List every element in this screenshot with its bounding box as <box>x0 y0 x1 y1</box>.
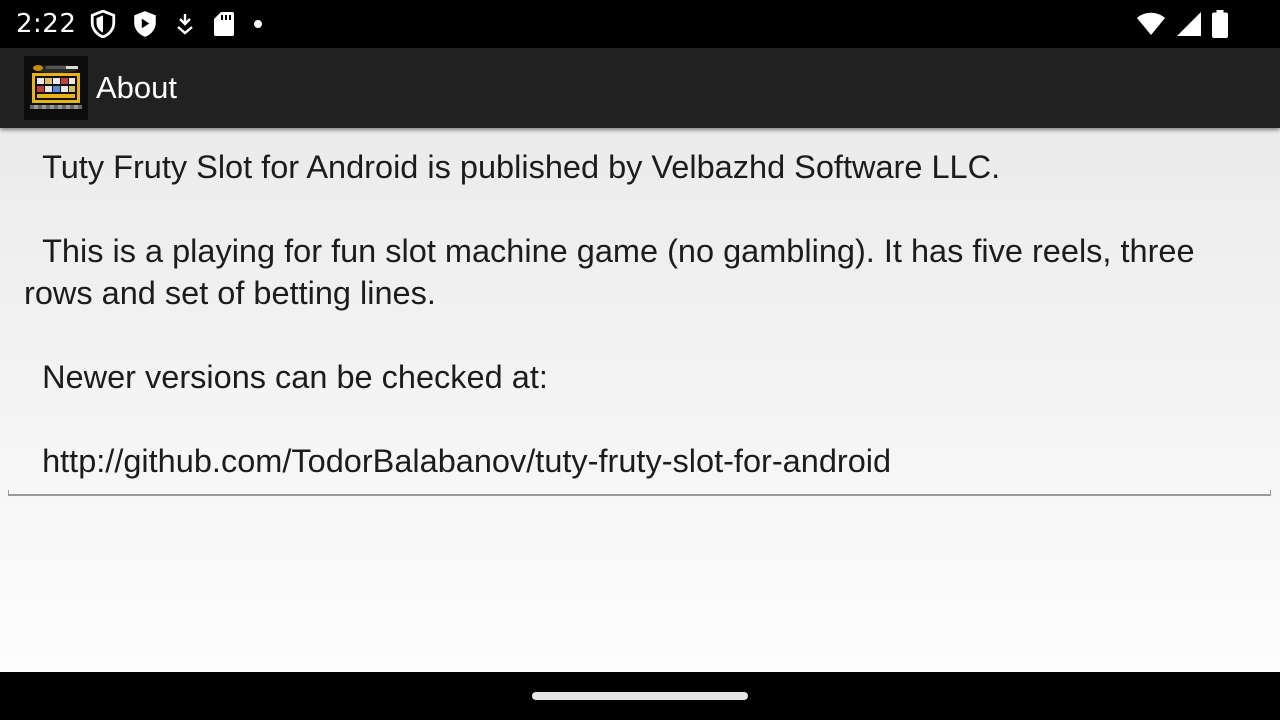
shield-filled-icon <box>132 10 158 38</box>
cellular-signal-icon <box>1176 11 1202 37</box>
casino-slot-logo-icon <box>24 56 88 120</box>
app-bar: About <box>0 48 1280 128</box>
wifi-icon <box>1136 11 1166 37</box>
text-field-underline <box>8 490 1271 496</box>
status-icons-left <box>90 10 264 38</box>
about-text-field[interactable]: Tuty Fruty Slot for Android is published… <box>24 146 1260 482</box>
status-bar: 2:22 <box>0 0 1280 48</box>
about-content: Tuty Fruty Slot for Android is published… <box>0 128 1280 672</box>
download-icon <box>174 12 196 36</box>
sd-card-icon <box>212 11 236 37</box>
status-time: 2:22 <box>16 9 77 39</box>
home-gesture-handle[interactable] <box>532 692 748 700</box>
page-title: About <box>96 70 178 105</box>
battery-icon <box>1212 10 1228 38</box>
navigation-bar <box>0 672 1280 720</box>
notification-dot-icon <box>252 18 264 30</box>
shield-outline-icon <box>90 10 116 38</box>
status-icons-right <box>1136 10 1228 38</box>
